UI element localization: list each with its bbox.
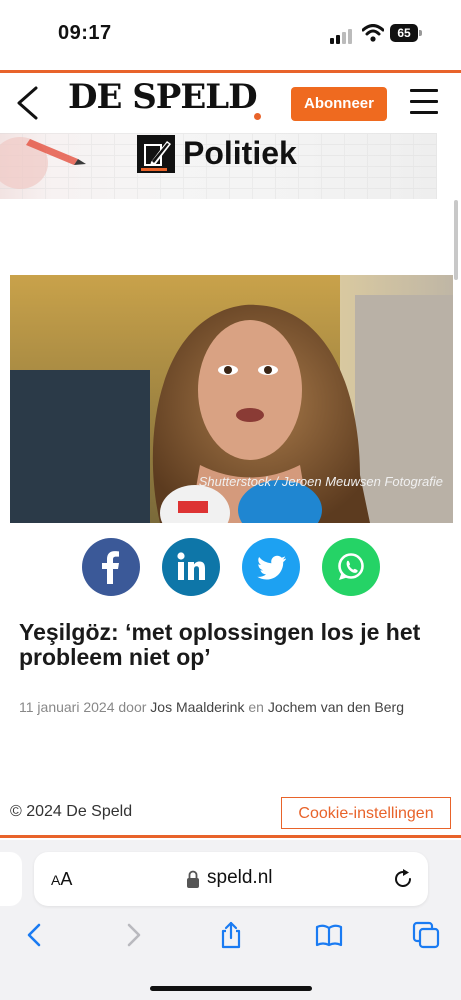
byline-and-word: en [248,699,264,715]
copyright-text: © 2024 De Speld [10,803,133,820]
bookmarks-icon[interactable] [314,920,344,950]
article-date: 11 januari 2024 [19,699,115,715]
category-banner: Politiek [0,133,437,199]
battery-icon: 65 [390,24,422,42]
battery-level: 65 [390,24,418,42]
share-buttons [0,538,461,598]
share-icon[interactable] [216,920,246,950]
cookie-settings-button[interactable]: Cookie-instellingen [281,797,451,829]
site-header: DE SPELD Abonneer [0,73,461,133]
author-link-2[interactable]: Jochem van den Berg [268,699,404,715]
twitter-share-button[interactable] [242,538,300,596]
logo-dot [254,113,261,120]
byline-word: door [118,699,147,715]
browser-toolbar [0,916,461,956]
linkedin-icon [162,538,220,596]
cellular-signal-icon [330,29,352,44]
back-icon[interactable] [20,920,50,950]
subscribe-button[interactable]: Abonneer [291,87,387,121]
whatsapp-icon [322,538,380,596]
photo-credit: Shutterstock / Jeroen Meuwsen Fotografie [198,474,443,489]
reader-text-size-button[interactable]: AA [51,869,72,890]
twitter-icon [242,538,300,596]
facebook-icon [82,538,140,596]
category-title[interactable]: Politiek [183,135,297,172]
footer-accent-rule [0,835,461,838]
tabs-icon[interactable] [411,920,441,950]
previous-tab-preview[interactable] [0,852,22,906]
url-text[interactable]: speld.nl [207,867,273,889]
reload-icon[interactable] [392,868,414,890]
lock-icon [187,870,199,888]
status-bar: 09:17 65 [0,0,461,70]
whatsapp-share-button[interactable] [322,538,380,596]
author-link-1[interactable]: Jos Maalderink [150,699,244,715]
article-hero-image: Shutterstock / Jeroen Meuwsen Fotografie [10,275,453,523]
article-meta: 11 januari 2024 door Jos Maalderink en J… [19,696,429,718]
back-arrow-icon[interactable] [10,83,44,123]
forward-icon[interactable] [118,920,148,950]
facebook-share-button[interactable] [82,538,140,596]
hamburger-menu-icon[interactable] [410,89,438,115]
browser-chrome: AA speld.nl [0,840,461,1000]
article-title[interactable]: Yeşilgöz: ‘met oplossingen los je het pr… [19,620,449,670]
pen-paper-icon [137,135,175,173]
pencil-illustration [0,137,86,189]
site-logo[interactable]: DE SPELD [68,77,258,117]
page-scrollbar[interactable] [454,200,458,280]
status-time: 09:17 [58,22,112,44]
address-bar[interactable]: AA speld.nl [34,852,428,906]
linkedin-share-button[interactable] [162,538,220,596]
home-indicator[interactable] [150,986,312,991]
wifi-icon [362,24,384,42]
